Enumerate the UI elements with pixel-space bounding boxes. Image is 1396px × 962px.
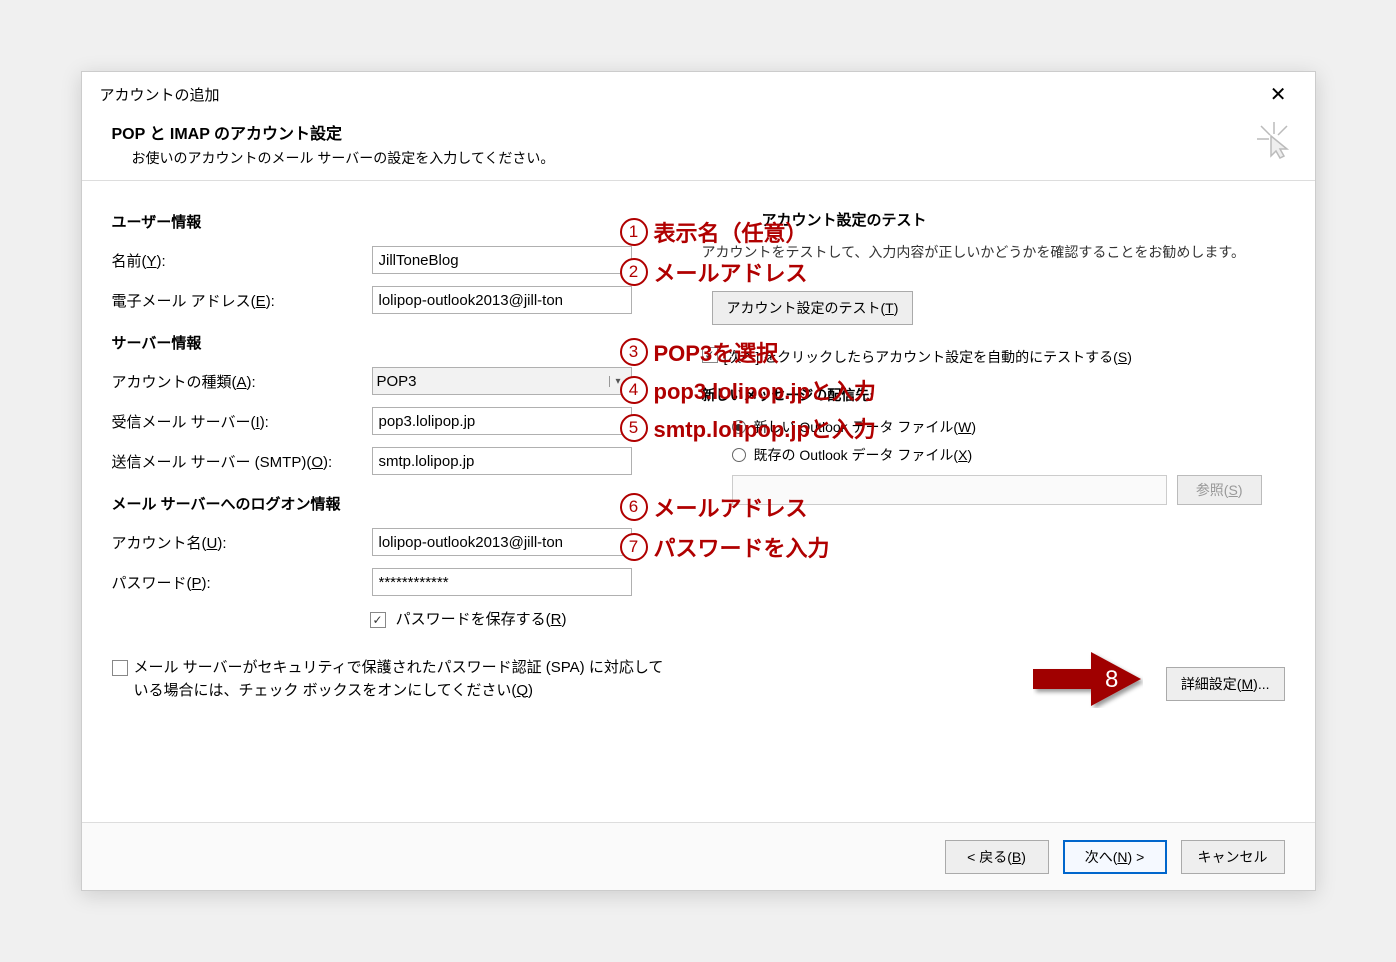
existing-file-radio[interactable] xyxy=(732,448,746,462)
dialog-body: ユーザー情報 名前(Y): 電子メール アドレス(E): サーバー情報 アカウン… xyxy=(82,181,1315,801)
left-column: ユーザー情報 名前(Y): 電子メール アドレス(E): サーバー情報 アカウン… xyxy=(112,211,672,702)
name-input[interactable] xyxy=(372,246,632,274)
more-settings-button[interactable]: 詳細設定(M)... xyxy=(1166,667,1285,701)
email-input[interactable] xyxy=(372,286,632,314)
password-input[interactable] xyxy=(372,568,632,596)
new-file-radio[interactable] xyxy=(732,420,746,434)
account-type-value: POP3 xyxy=(377,373,417,390)
outgoing-label: 送信メール サーバー (SMTP)(O): xyxy=(112,451,372,472)
test-settings-heading: アカウント設定のテスト xyxy=(702,209,1262,230)
incoming-server-input[interactable] xyxy=(372,407,632,435)
annotation-arrow: 8 xyxy=(1033,650,1143,711)
password-label: パスワード(P): xyxy=(112,572,372,593)
cancel-button[interactable]: キャンセル xyxy=(1181,840,1285,874)
name-label: 名前(Y): xyxy=(112,250,372,271)
spa-checkbox[interactable] xyxy=(112,660,128,676)
header-title: POP と IMAP のアカウント設定 xyxy=(112,120,1295,144)
new-file-label: 新しい Outlook データ ファイル(W) xyxy=(754,417,976,437)
dialog-header: POP と IMAP のアカウント設定 お使いのアカウントのメール サーバーの設… xyxy=(82,116,1315,181)
account-name-input[interactable] xyxy=(372,528,632,556)
spa-label: メール サーバーがセキュリティで保護されたパスワード認証 (SPA) に対応して… xyxy=(134,657,672,702)
chevron-down-icon[interactable]: ▾ xyxy=(609,376,627,387)
dialog-title: アカウントの追加 xyxy=(100,84,220,105)
account-name-label: アカウント名(U): xyxy=(112,532,372,553)
logon-info-heading: メール サーバーへのログオン情報 xyxy=(112,493,672,514)
existing-file-label: 既存の Outlook データ ファイル(X) xyxy=(754,445,973,465)
save-password-row: ✓ パスワードを保存する(R) xyxy=(370,608,672,629)
delivery-heading: 新しいメッセージの配信先: xyxy=(702,385,1262,405)
test-settings-text: アカウントをテストして、入力内容が正しいかどうかを確認することをお勧めします。 xyxy=(702,242,1262,263)
cursor-icon xyxy=(1257,122,1291,170)
right-column: アカウント設定のテスト アカウントをテストして、入力内容が正しいかどうかを確認す… xyxy=(702,209,1262,505)
server-info-heading: サーバー情報 xyxy=(112,332,672,353)
auto-test-checkbox[interactable]: ✓ xyxy=(702,347,718,363)
save-password-checkbox[interactable]: ✓ xyxy=(370,612,386,628)
auto-test-row: ✓ [次へ] をクリックしたらアカウント設定を自動的にテストする(S) xyxy=(702,347,1262,367)
titlebar: アカウントの追加 ✕ xyxy=(82,72,1315,116)
incoming-label: 受信メール サーバー(I): xyxy=(112,411,372,432)
svg-text:8: 8 xyxy=(1105,666,1118,693)
account-type-select[interactable]: POP3 ▾ xyxy=(372,367,632,395)
outgoing-server-input[interactable] xyxy=(372,447,632,475)
auto-test-label: [次へ] をクリックしたらアカウント設定を自動的にテストする(S) xyxy=(724,347,1132,367)
spa-row: メール サーバーがセキュリティで保護されたパスワード認証 (SPA) に対応して… xyxy=(112,657,672,702)
header-subtitle: お使いのアカウントのメール サーバーの設定を入力してください。 xyxy=(112,148,1295,168)
account-type-label: アカウントの種類(A): xyxy=(112,371,372,392)
back-button[interactable]: < 戻る(B) xyxy=(945,840,1049,874)
email-label: 電子メール アドレス(E): xyxy=(112,290,372,311)
close-button[interactable]: ✕ xyxy=(1260,78,1297,111)
browse-button: 参照(S) xyxy=(1177,475,1262,505)
add-account-dialog: アカウントの追加 ✕ POP と IMAP のアカウント設定 お使いのアカウント… xyxy=(81,71,1316,891)
next-button[interactable]: 次へ(N) > xyxy=(1063,840,1167,874)
test-settings-button[interactable]: アカウント設定のテスト(T) xyxy=(712,291,914,325)
save-password-label: パスワードを保存する(R) xyxy=(396,611,567,628)
existing-file-path-input xyxy=(732,475,1167,505)
dialog-footer: < 戻る(B) 次へ(N) > キャンセル xyxy=(82,822,1315,890)
user-info-heading: ユーザー情報 xyxy=(112,211,672,232)
